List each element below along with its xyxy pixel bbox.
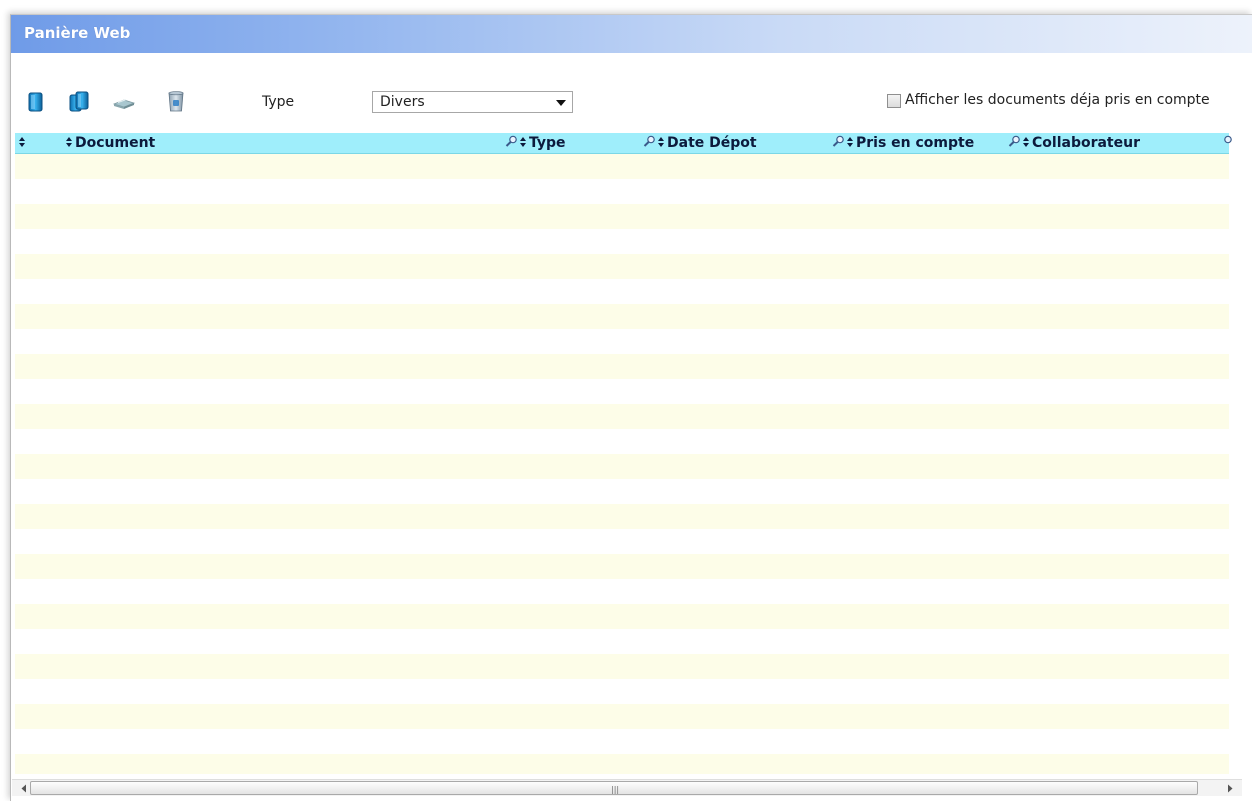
type-select[interactable]: Divers: [372, 91, 573, 113]
table-row: [15, 654, 1229, 679]
table-row: [15, 679, 1229, 704]
title-bar: Panière Web: [11, 15, 1252, 53]
table-row: [15, 604, 1229, 629]
sort-icon: [19, 137, 25, 147]
type-select-value: Divers: [380, 94, 425, 110]
grip-icon: |||: [611, 785, 620, 794]
chevron-down-icon: [556, 100, 566, 106]
table-row: [15, 279, 1229, 304]
sort-icon: [847, 137, 853, 147]
column-header-pris-en-compte[interactable]: Pris en compte: [832, 135, 974, 151]
column-header-label: Type: [529, 135, 566, 151]
table-row: [15, 354, 1229, 379]
scroll-right-icon[interactable]: [1224, 783, 1236, 794]
filter-search-icon[interactable]: [1008, 135, 1021, 148]
table-row: [15, 479, 1229, 504]
column-header-collaborateur[interactable]: Collaborateur: [1008, 135, 1140, 151]
window-title: Panière Web: [24, 24, 131, 42]
table-row: [15, 754, 1229, 774]
column-header-document[interactable]: Document: [65, 135, 155, 151]
table-row: [15, 429, 1229, 454]
column-header-select[interactable]: [18, 135, 28, 151]
column-header-date-depot[interactable]: Date Dépot: [643, 135, 757, 151]
column-header-label: Pris en compte: [856, 135, 975, 151]
filter-search-icon[interactable]: [1220, 135, 1233, 148]
column-header-type[interactable]: Type: [505, 135, 566, 151]
table-row: [15, 554, 1229, 579]
new-document-icon: [28, 92, 43, 112]
type-label: Type: [262, 94, 295, 110]
show-taken-documents-checkbox[interactable]: [887, 94, 901, 108]
column-header-label: Document: [75, 135, 156, 151]
column-header-label: Collaborateur: [1032, 135, 1140, 151]
table-row: [15, 629, 1229, 654]
filter-search-icon[interactable]: [505, 135, 518, 148]
table-row: [15, 179, 1229, 204]
paniere-web-window: Panière Web Type Divers Afficher les doc…: [10, 14, 1252, 801]
table-row: [15, 304, 1229, 329]
copy-documents-icon: [69, 91, 89, 112]
column-header-overflow[interactable]: [1220, 135, 1234, 151]
table-row: [15, 704, 1229, 729]
toolbar: Type Divers Afficher les documents déja …: [11, 89, 1252, 115]
table-row: [15, 529, 1229, 554]
grid-header: Document Type Date Dépot Pris en compte …: [15, 133, 1232, 154]
grid-body: [15, 154, 1229, 774]
horizontal-scrollbar[interactable]: |||: [12, 779, 1242, 796]
trash-button[interactable]: [164, 90, 188, 114]
table-row: [15, 454, 1229, 479]
table-row: [15, 504, 1229, 529]
filter-search-icon[interactable]: [643, 135, 656, 148]
table-row: [15, 579, 1229, 604]
sort-icon: [66, 137, 72, 147]
filter-search-icon[interactable]: [832, 135, 845, 148]
new-document-button[interactable]: [24, 90, 48, 114]
sort-icon: [658, 137, 664, 147]
column-header-label: Date Dépot: [667, 135, 757, 151]
trash-icon: [168, 91, 184, 112]
scanner-button[interactable]: [112, 90, 136, 114]
table-row: [15, 254, 1229, 279]
sort-icon: [520, 137, 526, 147]
show-taken-documents-label: Afficher les documents déja pris en comp…: [905, 92, 1210, 108]
sort-icon: [1023, 137, 1029, 147]
scanner-icon: [112, 99, 136, 109]
table-row: [15, 154, 1229, 179]
scroll-left-icon[interactable]: [18, 783, 30, 794]
table-row: [15, 329, 1229, 354]
table-row: [15, 229, 1229, 254]
table-row: [15, 729, 1229, 754]
scrollbar-thumb[interactable]: |||: [30, 781, 1198, 795]
table-row: [15, 379, 1229, 404]
copy-documents-button[interactable]: [67, 90, 91, 114]
table-row: [15, 204, 1229, 229]
table-row: [15, 404, 1229, 429]
